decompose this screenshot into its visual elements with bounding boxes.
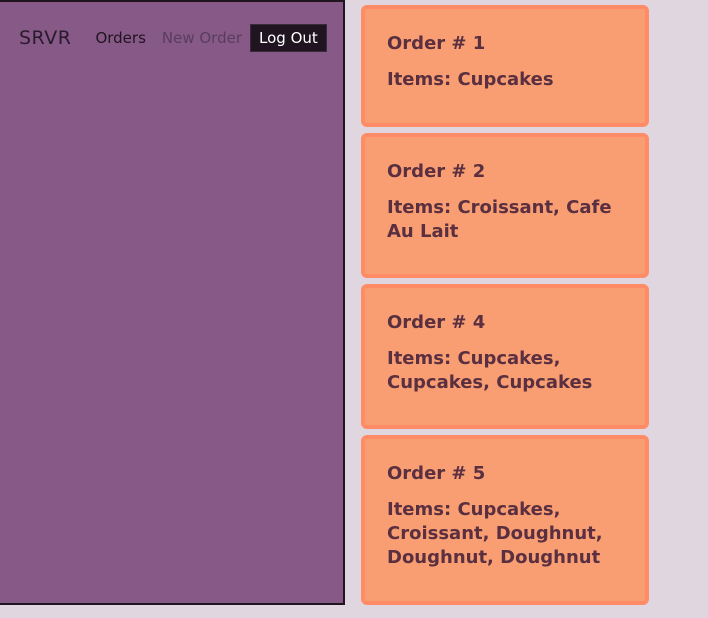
nav-bar: SRVR Orders New Order Log Out — [19, 22, 327, 54]
order-card: Order # 5 Items: Cupcakes, Croissant, Do… — [361, 435, 649, 605]
order-card: Order # 2 Items: Croissant, Cafe Au Lait — [361, 133, 649, 278]
order-items: Items: Cupcakes, Cupcakes, Cupcakes — [387, 348, 593, 393]
order-items: Items: Cupcakes — [387, 69, 554, 90]
brand-logo[interactable]: SRVR — [19, 27, 71, 49]
sidebar-panel: SRVR Orders New Order Log Out — [0, 0, 345, 605]
order-items: Items: Croissant, Cafe Au Lait — [387, 197, 612, 242]
order-card: Order # 1 Items: Cupcakes — [361, 5, 649, 127]
order-title: Order # 2 — [387, 161, 486, 182]
order-card: Order # 4 Items: Cupcakes, Cupcakes, Cup… — [361, 284, 649, 429]
order-title: Order # 5 — [387, 463, 486, 484]
order-title: Order # 1 — [387, 33, 486, 54]
logout-button[interactable]: Log Out — [250, 24, 327, 52]
nav-link-orders[interactable]: Orders — [95, 29, 145, 47]
orders-list: Order # 1 Items: Cupcakes Order # 2 Item… — [361, 5, 649, 611]
nav-link-new-order[interactable]: New Order — [162, 29, 242, 47]
order-items: Items: Cupcakes, Croissant, Doughnut, Do… — [387, 499, 603, 568]
order-title: Order # 4 — [387, 312, 486, 333]
